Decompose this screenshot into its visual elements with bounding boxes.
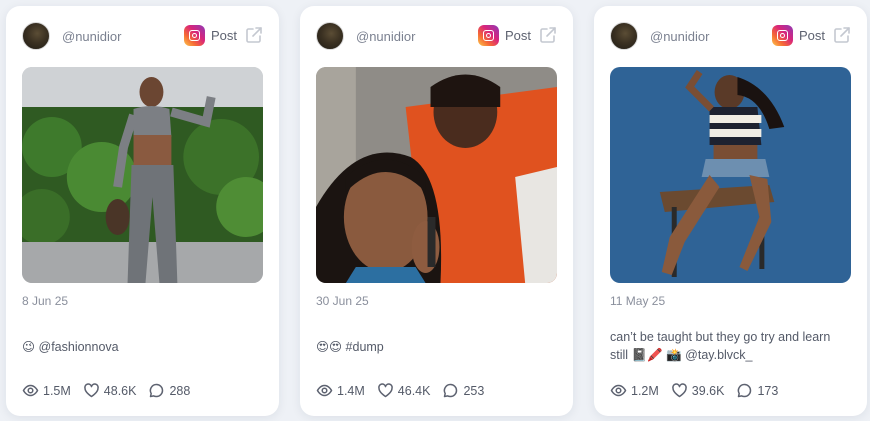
likes-count: 39.6K [691,383,725,398]
post-image[interactable] [22,67,263,283]
post-stats: 1.5M 48.6K 288 [22,382,202,399]
post-date: 11 May 25 [610,294,666,308]
instagram-icon [184,25,205,46]
post-stats: 1.4M 46.4K 253 [316,382,496,399]
card-header: @nunidior Post [22,22,263,52]
comment-icon [150,383,164,398]
card-header: @nunidior Post [316,22,557,52]
avatar[interactable] [22,22,50,50]
views-count: 1.4M [337,383,365,398]
username[interactable]: @nunidior [356,29,415,44]
post-image[interactable] [316,67,557,283]
comments-stat: 253 [442,382,484,399]
comments-stat: 288 [148,382,190,399]
post-card[interactable]: @nunidior Post 11 May 25 can’t be taught… [594,6,867,416]
likes-count: 46.4K [397,383,431,398]
post-type-label: Post [210,28,237,43]
avatar[interactable] [610,22,638,50]
eye-icon [22,384,39,397]
card-header: @nunidior Post [610,22,851,52]
post-image[interactable] [610,67,851,283]
views-stat: 1.2M [610,382,659,399]
instagram-icon [478,25,499,46]
instagram-icon [772,25,793,46]
eye-icon [610,384,627,397]
comments-count: 288 [169,383,191,398]
avatar[interactable] [316,22,344,50]
likes-stat: 48.6K [83,382,137,399]
post-date: 30 Jun 25 [316,294,369,308]
comments-count: 173 [757,383,779,398]
views-count: 1.5M [43,383,71,398]
post-caption: can’t be taught but they go try and lear… [610,330,831,362]
post-card[interactable]: @nunidior Post 8 Jun 25 😉 @fashionnova 1… [6,6,279,416]
comment-icon [444,383,458,398]
likes-stat: 39.6K [671,382,725,399]
username[interactable]: @nunidior [650,29,709,44]
external-link-icon[interactable] [833,26,851,44]
likes-stat: 46.4K [377,382,431,399]
post-card[interactable]: @nunidior Post 30 Jun 25 😍😍 #dump 1.4M 4… [300,6,573,416]
heart-icon [84,383,99,398]
post-date: 8 Jun 25 [22,294,69,308]
eye-icon [316,384,333,397]
heart-icon [378,383,393,398]
post-type-label: Post [504,28,531,43]
heart-icon [672,383,687,398]
views-count: 1.2M [631,383,659,398]
likes-count: 48.6K [103,383,137,398]
post-type-label: Post [798,28,825,43]
post-caption: 😍😍 #dump [316,340,384,354]
username[interactable]: @nunidior [62,29,121,44]
comments-stat: 173 [736,382,778,399]
post-caption: 😉 @fashionnova [22,340,119,354]
views-stat: 1.4M [316,382,365,399]
comments-count: 253 [463,383,485,398]
views-stat: 1.5M [22,382,71,399]
comment-icon [738,383,752,398]
external-link-icon[interactable] [539,26,557,44]
post-stats: 1.2M 39.6K 173 [610,382,790,399]
external-link-icon[interactable] [245,26,263,44]
